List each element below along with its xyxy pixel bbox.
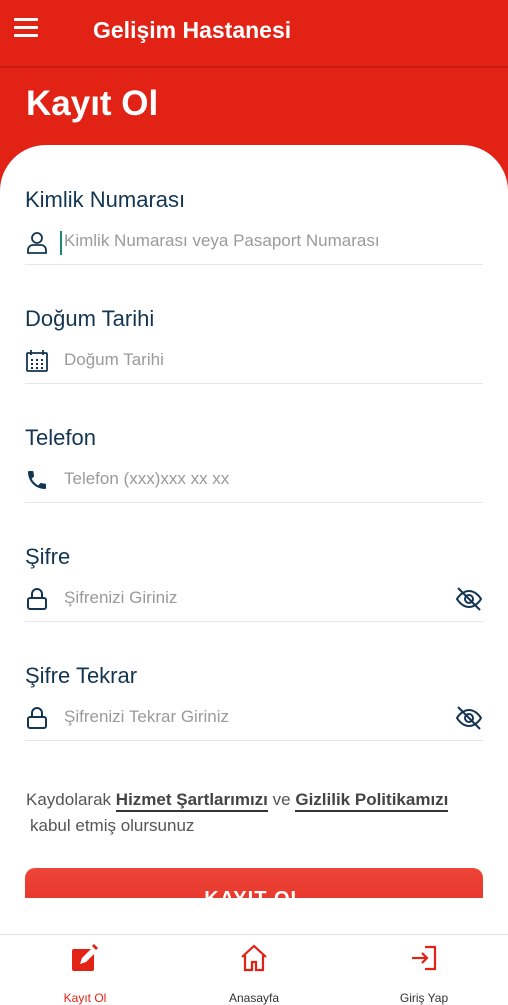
- calendar-icon: [26, 350, 48, 372]
- password-input[interactable]: [64, 588, 434, 608]
- terms-suffix: kabul etmiş olursunuz: [30, 816, 195, 835]
- edit-icon: [72, 944, 98, 971]
- phone-input[interactable]: [64, 469, 434, 489]
- privacy-policy-link[interactable]: Gizlilik Politikamızı: [295, 790, 449, 812]
- register-button-label: KAYIT OL: [25, 888, 483, 898]
- nav-label-login: Giriş Yap: [399, 991, 449, 1005]
- id-number-label: Kimlik Numarası: [25, 187, 186, 212]
- terms-notice: Kaydolarak Hizmet Şartlarımızı ve Gizlil…: [26, 787, 486, 839]
- id-number-input[interactable]: [64, 231, 434, 251]
- nav-item-home[interactable]: Anasayfa: [184, 941, 324, 1005]
- register-button[interactable]: KAYIT OL: [25, 868, 483, 898]
- eye-off-icon[interactable]: [455, 705, 483, 731]
- nav-label-home: Anasayfa: [228, 991, 280, 1005]
- terms-prefix: Kaydolarak: [26, 790, 112, 809]
- password-confirm-input[interactable]: [64, 707, 434, 727]
- birth-date-label: Doğum Tarihi: [25, 306, 155, 331]
- password-field: Şifre: [25, 502, 483, 622]
- lock-icon: [27, 707, 47, 729]
- app-title: Gelişim Hastanesi: [93, 17, 292, 43]
- page-title: Kayıt Ol: [26, 84, 159, 123]
- password-label: Şifre: [25, 544, 71, 569]
- phone-label: Telefon: [25, 425, 96, 450]
- hamburger-menu-icon[interactable]: [14, 18, 38, 42]
- login-icon: [412, 945, 437, 971]
- password-confirm-label: Şifre Tekrar: [25, 663, 138, 688]
- terms-of-service-link[interactable]: Hizmet Şartlarımızı: [115, 790, 268, 812]
- nav-label-register: Kayıt Ol: [63, 991, 107, 1005]
- app-bar-divider: [0, 66, 508, 68]
- home-icon: [241, 944, 267, 972]
- bottom-navigation: Kayıt Ol Anasayfa Giriş Yap: [0, 934, 508, 1005]
- phone-field: Telefon: [25, 383, 483, 503]
- nav-item-login[interactable]: Giriş Yap: [354, 941, 494, 1005]
- text-cursor: [60, 231, 62, 255]
- eye-off-icon[interactable]: [455, 586, 483, 612]
- password-confirm-field: Şifre Tekrar: [25, 621, 483, 741]
- app-bar: Gelişim Hastanesi: [0, 0, 508, 66]
- birth-date-field: Doğum Tarihi: [25, 264, 483, 384]
- nav-item-register[interactable]: Kayıt Ol: [15, 941, 155, 1005]
- lock-icon: [27, 588, 47, 610]
- user-icon: [27, 232, 47, 254]
- terms-conjunction: ve: [272, 790, 291, 809]
- id-number-field: Kimlik Numarası: [25, 145, 483, 265]
- phone-icon: [28, 471, 46, 489]
- birth-date-input[interactable]: [64, 350, 434, 370]
